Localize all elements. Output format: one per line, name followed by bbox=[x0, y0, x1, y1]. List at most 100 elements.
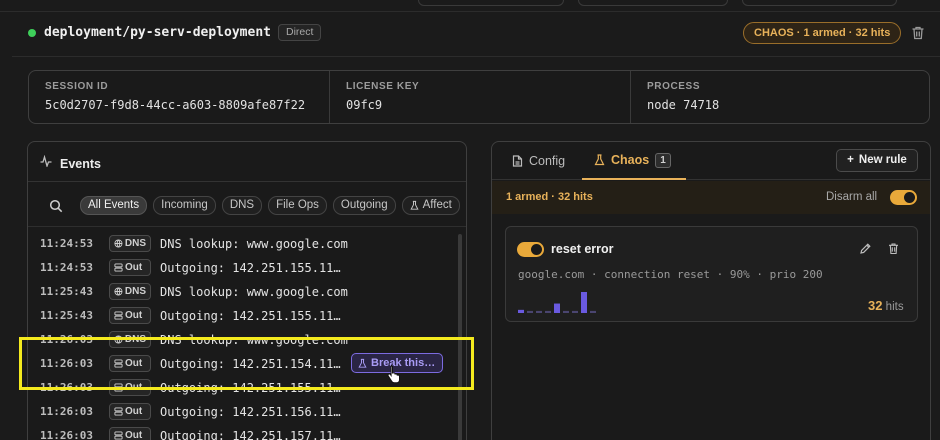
globe-icon bbox=[114, 239, 123, 248]
field-label: SESSION ID bbox=[45, 81, 109, 92]
disarm-all-label: Disarm all bbox=[826, 191, 878, 203]
sparkline-bar bbox=[554, 303, 560, 313]
chaos-rule-card: reset error google.com · connection rese… bbox=[505, 226, 918, 322]
trash-icon[interactable] bbox=[910, 25, 926, 41]
event-message: Outgoing: 142.251.155.11… bbox=[160, 309, 341, 323]
event-time: 11:26:03 bbox=[40, 405, 93, 418]
chaos-panel: Config Chaos 1 + New rule 1 armed · 32 h… bbox=[491, 141, 931, 440]
events-title: Events bbox=[60, 157, 101, 171]
filter-chip[interactable]: Affect bbox=[401, 196, 460, 215]
event-time: 11:24:53 bbox=[40, 261, 93, 274]
events-panel: Events All Events Incoming DNS File Ops Outg… bbox=[27, 141, 467, 440]
event-filter-bar: All Events Incoming DNS File Ops Outgoing Aff… bbox=[28, 183, 466, 227]
sparkline-bar bbox=[527, 310, 533, 313]
event-type-label: Out bbox=[125, 262, 143, 273]
event-type-label: Out bbox=[125, 430, 143, 440]
event-message: DNS lookup: www.google.com bbox=[160, 285, 348, 299]
events-header: Events bbox=[28, 142, 466, 182]
rule-enabled-toggle[interactable] bbox=[517, 242, 544, 257]
plus-icon: + bbox=[847, 154, 854, 166]
event-row[interactable]: 11:25:43 DNS DNS lookup: www.google.com bbox=[28, 280, 458, 304]
filter-chip[interactable]: Outgoing bbox=[332, 196, 396, 215]
event-type-tag: DNS bbox=[109, 283, 151, 300]
hit-sparkline bbox=[518, 292, 596, 313]
event-list: 11:24:53 DNS DNS lookup: www.google.com 11:… bbox=[28, 232, 458, 440]
armed-summary-bar: 1 armed · 32 hits Disarm all bbox=[492, 181, 930, 214]
sparkline-bar bbox=[536, 310, 542, 313]
tab-label: Chaos bbox=[611, 153, 650, 167]
event-message: DNS lookup: www.google.com bbox=[160, 237, 348, 251]
tab-label: Config bbox=[529, 154, 566, 168]
sparkline-bar bbox=[590, 310, 596, 313]
event-type-tag: Out bbox=[109, 427, 151, 440]
hit-count-label: hits bbox=[885, 301, 904, 313]
toolbar-control[interactable] bbox=[578, 0, 728, 6]
armed-summary: 1 armed · 32 hits bbox=[506, 191, 593, 203]
tab-config[interactable]: Config bbox=[512, 142, 565, 180]
event-time: 11:25:43 bbox=[40, 309, 93, 322]
event-type-tag: Out bbox=[109, 259, 151, 276]
field-value[interactable]: node 74718 bbox=[647, 98, 913, 112]
rule-hit-count: 32 hits bbox=[868, 298, 904, 313]
rule-description: google.com · connection reset · 90% · pr… bbox=[518, 268, 823, 281]
event-message: Outgoing: 142.251.156.11… bbox=[160, 405, 341, 419]
sparkline-bar bbox=[518, 309, 524, 313]
server-icon bbox=[114, 311, 123, 320]
highlight-box bbox=[19, 337, 474, 390]
field-label: LICENSE KEY bbox=[346, 81, 420, 92]
panel-tabs: Config Chaos 1 + New rule bbox=[492, 142, 930, 180]
event-type-label: DNS bbox=[124, 286, 146, 297]
filter-chip-label: DNS bbox=[229, 199, 255, 211]
activity-icon bbox=[40, 155, 52, 167]
event-message: Outgoing: 142.251.155.11… bbox=[160, 261, 341, 275]
sparkline-bar bbox=[581, 292, 587, 313]
edit-pencil-icon[interactable] bbox=[859, 242, 872, 255]
tab-chaos[interactable]: Chaos 1 bbox=[582, 142, 686, 180]
filter-chip[interactable]: File Ops bbox=[268, 196, 327, 215]
new-rule-button[interactable]: + New rule bbox=[836, 149, 918, 172]
filter-chip-label: Affect bbox=[422, 199, 452, 211]
event-row[interactable]: 11:24:53 DNS DNS lookup: www.google.com bbox=[28, 232, 458, 256]
hit-count-value: 32 bbox=[868, 298, 883, 313]
filter-chip[interactable]: DNS bbox=[221, 196, 263, 215]
session-id-field: SESSION ID 5c0d2707-f9d8-44cc-a603-8809a… bbox=[29, 71, 329, 123]
event-time: 11:25:43 bbox=[40, 285, 93, 298]
field-value[interactable]: 5c0d2707-f9d8-44cc-a603-8809afe87f22 bbox=[45, 98, 313, 112]
event-row[interactable]: 11:24:53 Out Outgoing: 142.251.155.11… bbox=[28, 256, 458, 280]
sparkline-bar bbox=[563, 310, 569, 313]
filter-chip-label: Outgoing bbox=[340, 199, 388, 211]
flask-icon bbox=[410, 200, 419, 210]
trash-icon[interactable] bbox=[887, 242, 900, 255]
filter-chip[interactable]: All Events bbox=[80, 196, 148, 215]
connection-status-dot bbox=[28, 29, 36, 37]
license-key-field: LICENSE KEY 09fc9 bbox=[329, 71, 630, 123]
toolbar-control[interactable] bbox=[418, 0, 564, 6]
field-label: PROCESS bbox=[647, 81, 701, 92]
hand-cursor-icon bbox=[387, 365, 400, 384]
filter-chip-label: File Ops bbox=[276, 199, 319, 211]
toolbar-control[interactable] bbox=[742, 0, 897, 6]
disarm-all-toggle[interactable] bbox=[890, 190, 917, 205]
chaos-status-badge[interactable]: CHAOS · 1 armed · 32 hits bbox=[743, 22, 902, 44]
sparkline-bar bbox=[545, 310, 551, 313]
event-type-label: DNS bbox=[124, 238, 146, 249]
filter-chip-label: All Events bbox=[88, 199, 140, 211]
event-message: Outgoing: 142.251.157.11… bbox=[160, 429, 341, 440]
event-type-tag: Out bbox=[109, 307, 151, 324]
rule-name: reset error bbox=[551, 242, 614, 256]
filter-chip[interactable]: Incoming bbox=[153, 196, 216, 215]
search-icon[interactable] bbox=[49, 199, 63, 213]
server-icon bbox=[114, 263, 123, 272]
event-row[interactable]: 11:26:03 Out Outgoing: 142.251.156.11… bbox=[28, 400, 458, 424]
file-icon bbox=[512, 155, 523, 167]
deployment-name: deployment/py-serv-deployment bbox=[44, 25, 271, 40]
event-type-label: Out bbox=[125, 310, 143, 321]
flask-icon bbox=[594, 154, 605, 166]
event-time: 11:24:53 bbox=[40, 237, 93, 250]
event-row[interactable]: 11:25:43 Out Outgoing: 142.251.155.11… bbox=[28, 304, 458, 328]
field-value[interactable]: 09fc9 bbox=[346, 98, 614, 112]
tab-count-badge: 1 bbox=[655, 152, 671, 168]
event-row[interactable]: 11:26:03 Out Outgoing: 142.251.157.11… bbox=[28, 424, 458, 440]
filter-chips: All Events Incoming DNS File Ops Outgoing Aff… bbox=[80, 196, 460, 215]
sparkline-bar bbox=[572, 310, 578, 313]
